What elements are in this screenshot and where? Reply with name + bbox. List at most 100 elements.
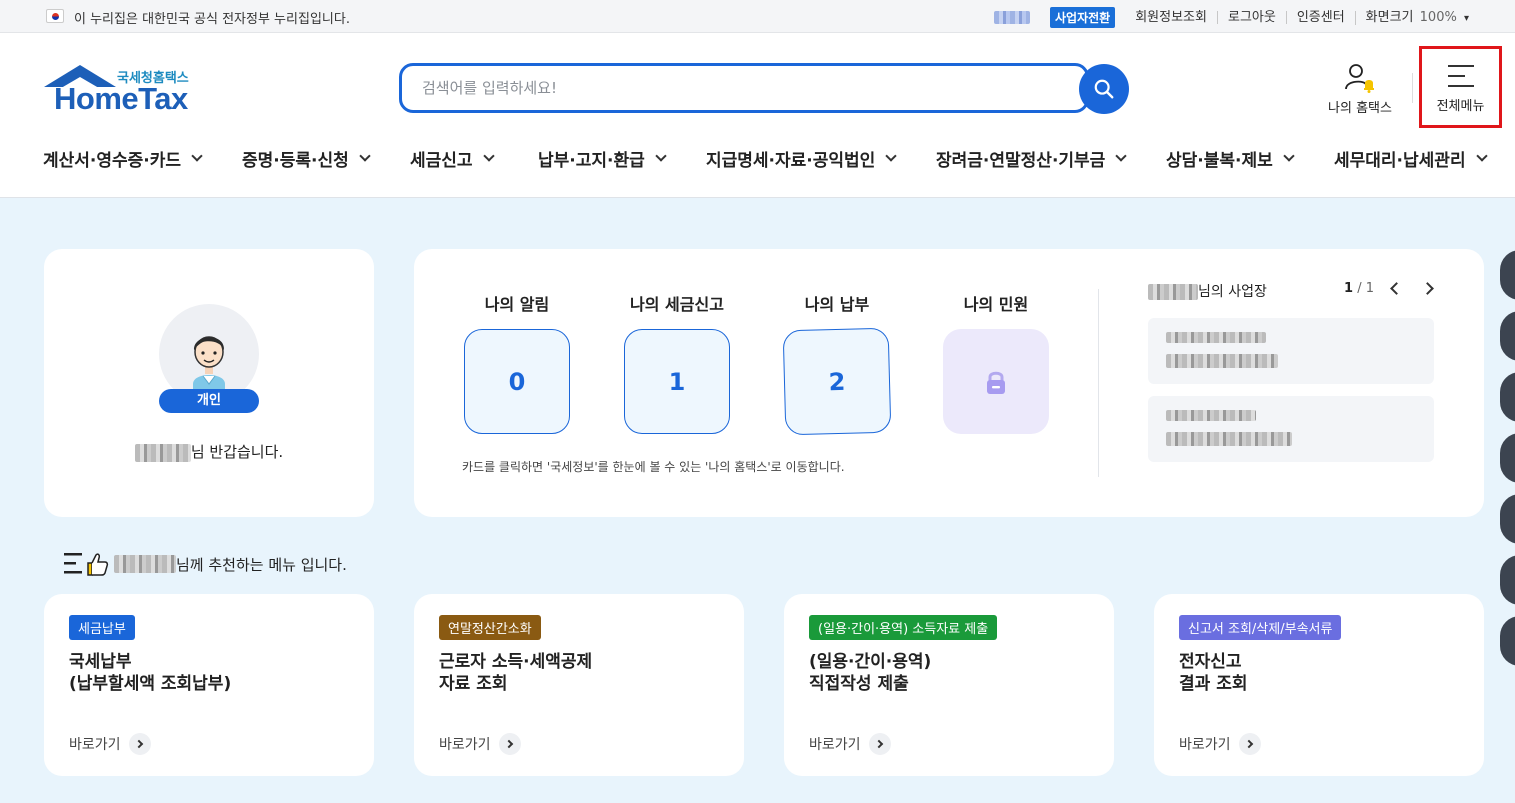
quick-menu-button[interactable] bbox=[1500, 311, 1515, 361]
chevron-down-icon bbox=[1475, 150, 1488, 162]
search-input[interactable] bbox=[402, 66, 1086, 110]
recommend-card-title: 국세납부 (납부할세액 조회납부) bbox=[69, 652, 232, 694]
header-divider bbox=[1412, 73, 1413, 103]
prev-page-icon[interactable] bbox=[1390, 282, 1403, 295]
quick-menu-button[interactable] bbox=[1500, 494, 1515, 544]
search-box bbox=[399, 63, 1089, 113]
recommend-heading: 님께 추천하는 메뉴 입니다. bbox=[62, 550, 347, 578]
chevron-down-icon: ▾ bbox=[1463, 12, 1469, 24]
business-item[interactable] bbox=[1148, 396, 1434, 462]
business-owner-redacted bbox=[1148, 284, 1198, 300]
chevron-down-icon bbox=[482, 150, 495, 162]
all-menu-label: 전체메뉴 bbox=[1436, 99, 1485, 114]
chevron-right-icon bbox=[868, 733, 891, 755]
page-current: 1 bbox=[1344, 281, 1354, 296]
gnb-item-payment-statement[interactable]: 지급명세·자료·공익법인 bbox=[706, 146, 897, 171]
my-payments[interactable]: 나의 납부 2 bbox=[782, 291, 892, 436]
gnb-item-tax-return[interactable]: 세금신고 bbox=[410, 146, 495, 171]
chevron-right-icon bbox=[128, 733, 151, 755]
screen-size-label: 화면크기 bbox=[1365, 9, 1414, 25]
gnb-item-invoice[interactable]: 계산서·영수증·카드 bbox=[43, 146, 203, 171]
recommend-heading-text: 님께 추천하는 메뉴 입니다. bbox=[176, 555, 347, 574]
lock-icon bbox=[987, 371, 1005, 394]
korea-flag-icon bbox=[46, 9, 64, 23]
go-to-label: 바로가기 bbox=[1179, 737, 1231, 753]
gov-notice: 이 누리집은 대한민국 공식 전자정부 누리집입니다. bbox=[74, 12, 350, 27]
tax-returns-count[interactable]: 1 bbox=[624, 329, 730, 434]
member-info-link[interactable]: 회원정보조회 bbox=[1125, 11, 1217, 24]
my-civil-petitions[interactable]: 나의 민원 bbox=[943, 291, 1049, 434]
gnb-item-tax-agent[interactable]: 세무대리·납세관리 bbox=[1334, 146, 1488, 171]
go-to-label: 바로가기 bbox=[69, 737, 121, 753]
chevron-down-icon bbox=[885, 150, 897, 162]
gnb-item-incentive[interactable]: 장려금·연말정산·기부금 bbox=[936, 146, 1127, 171]
my-hometax-label: 나의 홈택스 bbox=[1328, 101, 1392, 116]
zoom-level: 100% bbox=[1419, 9, 1457, 25]
stat-label: 나의 납부 bbox=[804, 295, 870, 314]
user-name-redacted bbox=[994, 11, 1031, 24]
search-icon bbox=[1094, 79, 1114, 99]
go-to-link[interactable]: 바로가기 bbox=[439, 733, 521, 755]
cert-center-link[interactable]: 인증센터 bbox=[1285, 11, 1355, 24]
chevron-down-icon bbox=[359, 150, 371, 162]
gov-banner: 이 누리집은 대한민국 공식 전자정부 누리집입니다. 사업자전환 회원정보조회… bbox=[0, 0, 1515, 33]
user-bell-icon bbox=[1345, 64, 1374, 93]
top-utility-links: 사업자전환 회원정보조회 로그아웃 인증센터 화면크기 100% ▾ bbox=[994, 7, 1479, 28]
go-to-link[interactable]: 바로가기 bbox=[809, 733, 891, 755]
recommend-card-e-filing[interactable]: 신고서 조회/삭제/부속서류 전자신고 결과 조회 바로가기 bbox=[1154, 594, 1484, 776]
recommend-card-tax-payment[interactable]: 세금납부 국세납부 (납부할세액 조회납부) 바로가기 bbox=[44, 594, 374, 776]
gnb-label: 증명·등록·신청 bbox=[242, 151, 349, 171]
next-page-icon[interactable] bbox=[1421, 282, 1434, 295]
business-item[interactable] bbox=[1148, 318, 1434, 384]
go-to-link[interactable]: 바로가기 bbox=[69, 733, 151, 755]
my-tax-returns[interactable]: 나의 세금신고 1 bbox=[624, 291, 730, 434]
gnb-label: 상담·불복·제보 bbox=[1166, 151, 1273, 171]
quick-menu-button[interactable] bbox=[1500, 372, 1515, 422]
hometax-logo[interactable]: 국세청홈택스 HomeTax bbox=[42, 63, 202, 118]
main-navigation: 계산서·영수증·카드 증명·등록·신청 세금신고 납부·고지·환급 지급명세·자… bbox=[0, 146, 1515, 172]
civil-petitions-locked[interactable] bbox=[943, 329, 1049, 434]
stat-label: 나의 알림 bbox=[484, 295, 550, 314]
go-to-link[interactable]: 바로가기 bbox=[1179, 733, 1261, 755]
my-hometax-button[interactable]: 나의 홈택스 bbox=[1322, 61, 1398, 116]
summary-hint: 카드를 클릭하면 '국세정보'를 한눈에 볼 수 있는 '나의 홈택스'로 이동… bbox=[462, 460, 845, 474]
recommend-card-income-submit[interactable]: (일용·간이·용역) 소득자료 제출 (일용·간이·용역) 직접작성 제출 바로… bbox=[784, 594, 1114, 776]
my-notifications[interactable]: 나의 알림 0 bbox=[464, 291, 570, 434]
gnb-label: 계산서·영수증·카드 bbox=[43, 151, 182, 171]
switch-business-button[interactable]: 사업자전환 bbox=[1050, 7, 1116, 28]
chevron-down-icon bbox=[191, 150, 203, 162]
recommend-card-year-end[interactable]: 연말정산간소화 근로자 소득·세액공제 자료 조회 바로가기 bbox=[414, 594, 744, 776]
chevron-down-icon bbox=[1115, 150, 1127, 162]
quick-menu-button[interactable] bbox=[1500, 433, 1515, 483]
gnb-label: 세무대리·납세관리 bbox=[1334, 151, 1466, 171]
gnb-label: 지급명세·자료·공익법인 bbox=[706, 151, 876, 171]
thumbs-up-list-icon bbox=[64, 553, 109, 576]
quick-menu-button[interactable] bbox=[1500, 250, 1515, 300]
quick-menu-button[interactable] bbox=[1500, 616, 1515, 666]
search-button[interactable] bbox=[1079, 64, 1129, 114]
category-tag: 신고서 조회/삭제/부속서류 bbox=[1179, 615, 1342, 640]
chevron-right-icon bbox=[498, 733, 521, 755]
recommend-card-title: 전자신고 결과 조회 bbox=[1179, 652, 1248, 694]
gnb-item-payment[interactable]: 납부·고지·환급 bbox=[538, 146, 667, 171]
all-menu-button[interactable]: 전체메뉴 bbox=[1419, 46, 1502, 128]
gnb-item-certificate[interactable]: 증명·등록·신청 bbox=[242, 146, 371, 171]
logo-english-text: HomeTax bbox=[54, 81, 188, 116]
page-total: / 1 bbox=[1357, 281, 1374, 296]
business-number-redacted bbox=[1166, 410, 1256, 421]
greeting-text: 님 반갑습니다. bbox=[190, 443, 284, 461]
category-tag: (일용·간이·용역) 소득자료 제출 bbox=[809, 615, 998, 640]
my-summary-card: 나의 알림 0 나의 세금신고 1 나의 납부 2 나의 민원 카드를 클릭하면… bbox=[414, 249, 1484, 517]
payments-count[interactable]: 2 bbox=[782, 327, 892, 436]
stat-label: 나의 민원 bbox=[963, 295, 1029, 314]
logout-link[interactable]: 로그아웃 bbox=[1216, 11, 1286, 24]
chevron-right-icon bbox=[1238, 733, 1261, 755]
notifications-count[interactable]: 0 bbox=[464, 329, 570, 434]
recommend-card-title: 근로자 소득·세액공제 자료 조회 bbox=[439, 652, 593, 694]
profile-card: 개인 님 반갑습니다. bbox=[44, 249, 374, 517]
quick-menu-button[interactable] bbox=[1500, 555, 1515, 605]
recommend-card-title: (일용·간이·용역) 직접작성 제출 bbox=[809, 652, 932, 694]
stat-label: 나의 세금신고 bbox=[630, 295, 724, 314]
screen-size-control[interactable]: 화면크기 100% ▾ bbox=[1354, 9, 1479, 25]
gnb-item-consulting[interactable]: 상담·불복·제보 bbox=[1166, 146, 1295, 171]
